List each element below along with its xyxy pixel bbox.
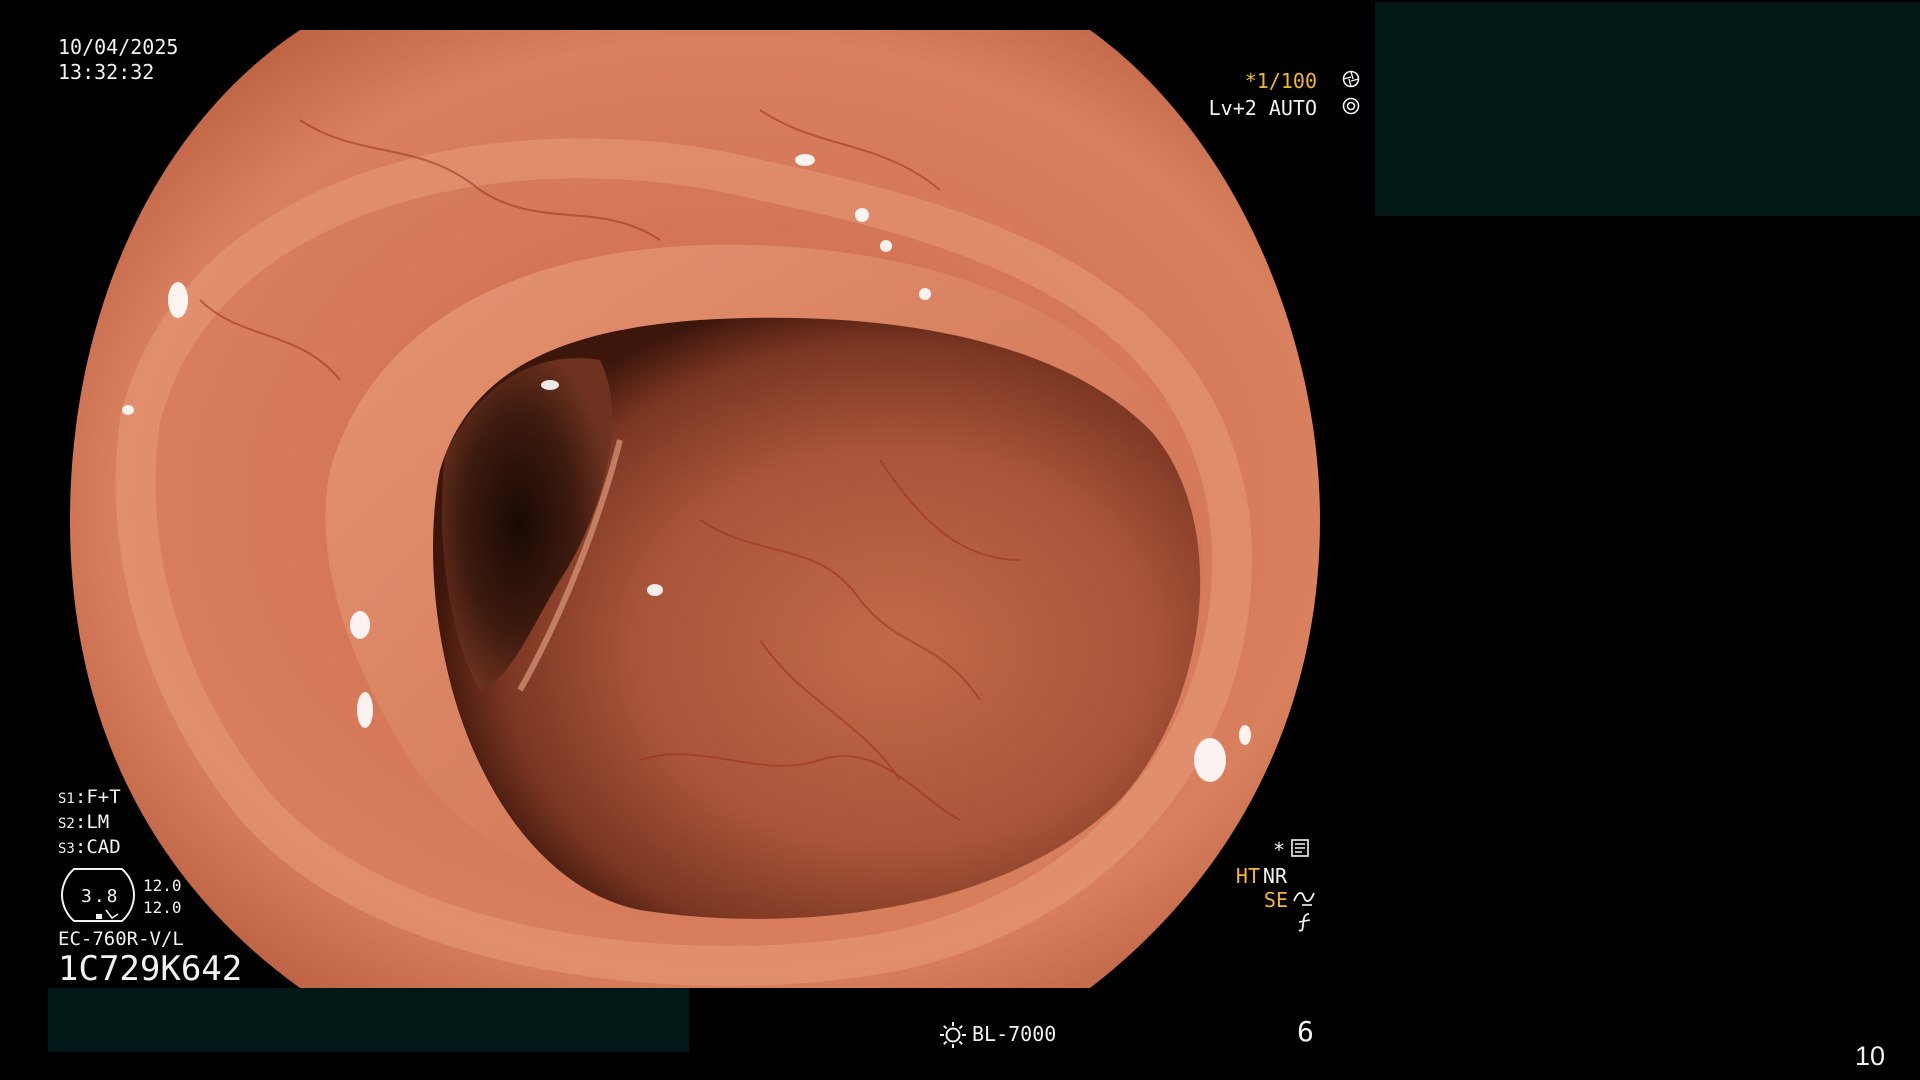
redaction-box-bottom <box>48 988 689 1052</box>
date-readout: 10/04/2025 <box>58 35 179 59</box>
light-source-icon <box>938 1020 968 1054</box>
time-readout: 13:32:32 <box>58 60 155 84</box>
shutter-readout: *1/100 <box>1244 69 1317 93</box>
iris-icon <box>1342 97 1360 119</box>
freeze-off-icon <box>1295 912 1315 936</box>
light-source-model: BL-7000 <box>972 1022 1057 1046</box>
zoom-reading-b: 12.0 <box>143 898 182 917</box>
shutter-icon <box>1342 70 1360 92</box>
scope-setting-3: S3:CAD <box>58 836 121 858</box>
redaction-box-top <box>1375 2 1920 216</box>
ht-indicator: HT <box>1235 864 1260 888</box>
scope-setting-1: S1:F+T <box>58 786 121 808</box>
nr-indicator: NR <box>1262 864 1287 888</box>
signal-enhance-icon <box>1292 889 1316 911</box>
zoom-indicator: 3.8 <box>60 866 136 924</box>
se-indicator: SE <box>1263 888 1288 912</box>
scope-serial: 1C729K642 <box>58 949 243 989</box>
mode-asterisk: * <box>1272 838 1285 862</box>
level-readout: Lv+2 AUTO <box>1208 96 1317 120</box>
zoom-reading-a: 12.0 <box>143 876 182 895</box>
frame-number: 6 <box>1297 1015 1314 1048</box>
screen-icon <box>1290 838 1310 862</box>
scope-model: EC-760R-V/L <box>58 928 184 950</box>
scope-setting-2: S2:LM <box>58 811 110 833</box>
page-number: 10 <box>1855 1041 1886 1071</box>
zoom-value: 3.8 <box>81 886 120 907</box>
